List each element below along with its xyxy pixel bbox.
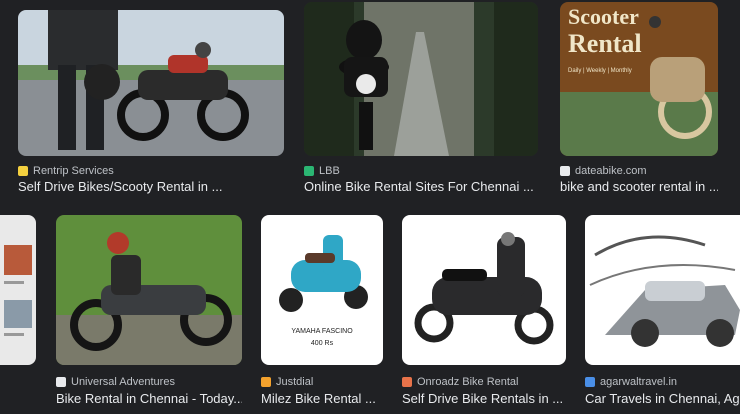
result-card-lbb[interactable]: LBB Online Bike Rental Sites For Chennai… (304, 2, 538, 200)
result-title[interactable]: Online Bike Rental Sites For Chennai ... (304, 179, 538, 194)
thumbnail-image[interactable] (304, 2, 538, 156)
source-label: agarwaltravel.in (600, 376, 678, 388)
result-title[interactable]: Self Drive Bike Rentals in ... (402, 391, 566, 406)
favicon-icon (304, 166, 314, 176)
favicon-icon (18, 166, 28, 176)
result-card-partial-left[interactable] (0, 215, 36, 365)
thumbnail-image[interactable] (56, 215, 242, 365)
source-label: Rentrip Services (33, 165, 114, 177)
result-card-agarwaltravel[interactable]: agarwaltravel.in Car Travels in Chennai,… (585, 215, 740, 408)
favicon-icon (560, 166, 570, 176)
result-card-justdial[interactable]: YAMAHA FASCINO 400 Rs Justdial Milez Bik… (261, 215, 383, 408)
thumbnail-image[interactable]: Scooter Rental Daily | Weekly | Monthly (560, 2, 718, 156)
result-card-dateabike[interactable]: Scooter Rental Daily | Weekly | Monthly … (560, 2, 718, 200)
result-source: Rentrip Services (18, 165, 114, 177)
result-title[interactable]: Self Drive Bikes/Scooty Rental in ... (18, 179, 284, 194)
result-source: Justdial (261, 376, 313, 388)
caption-model: YAMAHA FASCINO (291, 328, 353, 335)
result-source: agarwaltravel.in (585, 376, 677, 388)
result-card-rentrip[interactable]: Rentrip Services Self Drive Bikes/Scooty… (18, 10, 284, 200)
result-source: LBB (304, 165, 340, 177)
result-card-onroadz[interactable]: Onroadz Bike Rental Self Drive Bike Rent… (402, 215, 566, 408)
caption-price: 400 Rs (311, 340, 334, 347)
result-source: Universal Adventures (56, 376, 175, 388)
result-source: dateabike.com (560, 165, 647, 177)
result-source: Onroadz Bike Rental (402, 376, 519, 388)
source-label: LBB (319, 165, 340, 177)
favicon-icon (261, 377, 271, 387)
source-label: Onroadz Bike Rental (417, 376, 519, 388)
poster-heading: Scooter (568, 4, 639, 29)
favicon-icon (585, 377, 595, 387)
result-title[interactable]: Bike Rental in Chennai - Today... (56, 391, 242, 406)
source-label: Justdial (276, 376, 314, 388)
result-title[interactable]: bike and scooter rental in ... (560, 179, 718, 194)
result-title[interactable]: Milez Bike Rental ... (261, 391, 383, 406)
thumbnail-image[interactable] (18, 10, 284, 156)
thumbnail-image[interactable] (402, 215, 566, 365)
thumbnail-image[interactable]: YAMAHA FASCINO 400 Rs (261, 215, 383, 365)
result-card-universal-adventures[interactable]: Universal Adventures Bike Rental in Chen… (56, 215, 242, 408)
source-label: dateabike.com (575, 165, 647, 177)
poster-subtitle: Daily | Weekly | Monthly (568, 68, 632, 74)
poster-title: Rental (568, 29, 642, 58)
favicon-icon (402, 377, 412, 387)
thumbnail-image[interactable] (0, 215, 36, 365)
thumbnail-image[interactable] (585, 215, 740, 365)
result-title[interactable]: Car Travels in Chennai, Aga (585, 391, 740, 406)
favicon-icon (56, 377, 66, 387)
source-label: Universal Adventures (71, 376, 175, 388)
